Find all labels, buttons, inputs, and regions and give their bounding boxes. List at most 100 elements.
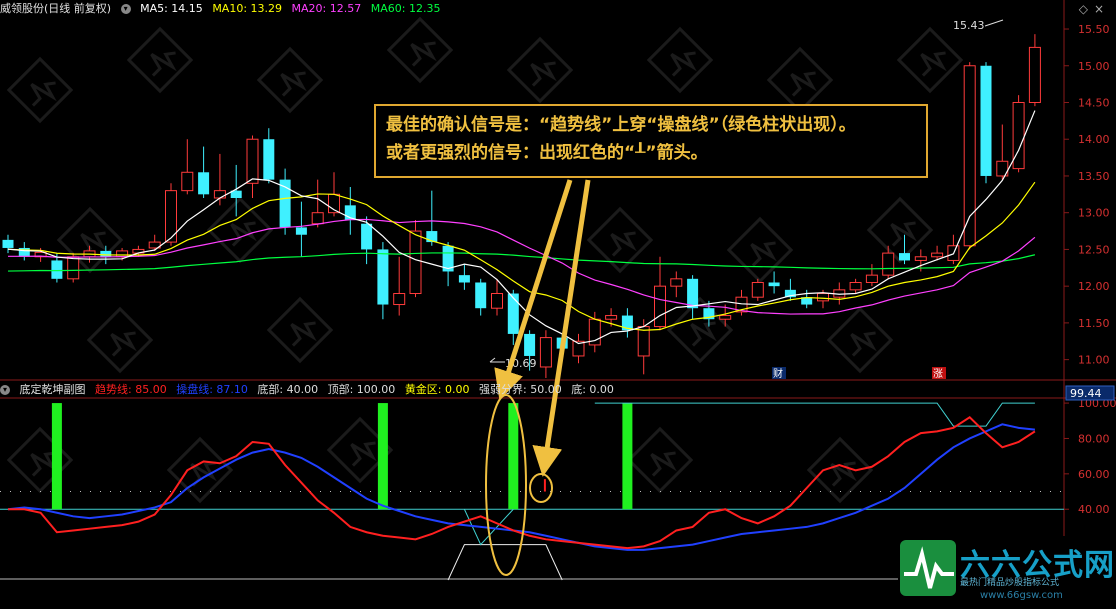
stock-chart-canvas: 15.50 15.00 14.50 14.00 13.50 13.00 12.50 12.00… (0, 0, 1116, 609)
watermark-icon (766, 46, 834, 114)
top-label: 顶部: 100.00 (327, 383, 396, 396)
candle-body-up (116, 250, 129, 258)
candle-body-down (768, 282, 780, 287)
price-tick-label: 13.00 (1078, 207, 1110, 220)
candle-body-down (263, 139, 275, 180)
options-icon[interactable]: ▾ (0, 385, 10, 395)
candle-body-up (963, 65, 976, 247)
candle-body-up (213, 190, 226, 199)
candle-body-down (458, 275, 470, 283)
watermark-icon (666, 296, 734, 364)
ma60-line (7, 252, 1036, 272)
green-signal-bar (622, 403, 633, 510)
candle-body-down (100, 250, 112, 257)
logo-icon (900, 540, 956, 596)
trend-label: 趋势线: 85.00 (95, 383, 167, 396)
close-icon: × (1093, 2, 1110, 16)
marker-cai: 财 (773, 367, 783, 380)
candle-body-down (507, 293, 519, 334)
bottom2-label: 底: 0.00 (571, 383, 614, 396)
callout-line-1: 最佳的确认信号是：“趋势线”上穿“操盘线”（绿色柱状出现）。 (386, 115, 856, 135)
price-tick-label: 15.00 (1078, 60, 1110, 73)
sub-tick-label: 40.00 (1078, 503, 1110, 516)
ma5-label: MA5: 14.15 (140, 2, 203, 15)
watermark-icon (86, 306, 154, 374)
gold-label: 黄金区: 0.00 (404, 383, 470, 396)
candle-body-down (2, 239, 14, 248)
annotation-callout: 最佳的确认信号是：“趋势线”上穿“操盘线”（绿色柱状出现）。 或者更强烈的信号：… (374, 104, 928, 178)
green-signal-bar (508, 403, 519, 510)
candle-body-up (751, 281, 764, 298)
price-tick-label: 13.50 (1078, 170, 1110, 183)
candle-body-up (865, 274, 878, 283)
price-tick-label: 15.50 (1078, 23, 1110, 36)
candle-body-up (246, 138, 259, 184)
price-tick-label: 11.00 (1078, 354, 1110, 367)
candle-body-down (475, 282, 487, 309)
top-envelope (904, 402, 1035, 427)
watermark-icon (506, 36, 574, 104)
candle-body-up (1028, 46, 1041, 103)
candle-body-up (637, 326, 650, 357)
candle-body-down (198, 172, 210, 195)
logo-url: www.66gsw.com (980, 590, 1063, 601)
highlight-ellipse-2 (529, 473, 553, 503)
sub-tick-label: 60.00 (1078, 468, 1110, 481)
callout-arrow-2 (532, 179, 591, 477)
candle-body-down (377, 249, 389, 305)
low-arrowhead (489, 357, 496, 363)
logo-slogan: 最热门精品炒股指标公式 (960, 578, 1060, 588)
operate-line (7, 423, 1036, 551)
options-icon[interactable]: ▾ (120, 4, 131, 14)
candle-body-up (181, 171, 194, 192)
candle-body-up (882, 252, 895, 276)
watermark-icon (896, 26, 964, 94)
highlight-ellipse-1 (485, 394, 527, 576)
ma60-label: MA60: 12.35 (370, 2, 441, 15)
ma20-line (8, 218, 1036, 315)
candle-body-up (605, 315, 618, 320)
sub-title[interactable]: 底定乾坤副图 (20, 383, 86, 396)
candle-body-up (931, 252, 944, 258)
price-tick-label: 14.00 (1078, 133, 1110, 146)
price-tick-label: 12.50 (1078, 243, 1110, 256)
candle-body-up (311, 212, 324, 225)
marker-zhang: 涨 (933, 368, 943, 380)
green-signal-bar (51, 403, 62, 510)
candle-body-down (51, 260, 63, 279)
candle-body-up (719, 315, 732, 320)
candle-body-up (491, 293, 503, 309)
watermark-icon (626, 426, 694, 494)
candle-body-down (361, 223, 373, 250)
bottom-label: 底部: 40.00 (257, 383, 319, 396)
callout-line-2: 或者更强烈的信号：出现红色的“┸”箭头。 (386, 143, 708, 163)
green-signal-bar (377, 403, 388, 510)
stock-title[interactable]: 威领股份(日线 前复权) (0, 2, 111, 15)
watermark-icon (386, 16, 454, 84)
candle-body-up (1012, 101, 1025, 170)
watermark-icon (256, 46, 324, 114)
watermark-icon (726, 216, 794, 284)
window-controls[interactable]: ◇× (1079, 2, 1110, 16)
candle-body-up (654, 285, 666, 328)
candle-body-up (409, 230, 422, 295)
price-tick-label: 11.50 (1078, 317, 1110, 330)
strength-label: 强弱分界: 50.00 (479, 383, 562, 396)
candle-body-up (67, 256, 80, 280)
operate-label: 操盘线: 87.10 (176, 383, 248, 396)
candle-body-down (295, 227, 307, 235)
ma10-label: MA10: 13.29 (212, 2, 283, 15)
candle-body-down (524, 333, 536, 356)
watermark-icon (6, 56, 74, 124)
watermark-icon (266, 296, 334, 364)
candle-body-down (687, 278, 699, 309)
ma20-label: MA20: 12.57 (291, 2, 362, 15)
candle-body-up (670, 278, 683, 287)
watermark-icon (866, 196, 934, 264)
sub-chart-header: ▾ 底定乾坤副图 趋势线: 85.00 操盘线: 87.10 底部: 40.00… (0, 382, 620, 398)
candle-body-up (849, 281, 862, 291)
watermark-icon (826, 306, 894, 374)
watermark-icon (126, 26, 194, 94)
high-price-label: 15.43 (953, 19, 985, 32)
high-arrow (984, 19, 1004, 27)
